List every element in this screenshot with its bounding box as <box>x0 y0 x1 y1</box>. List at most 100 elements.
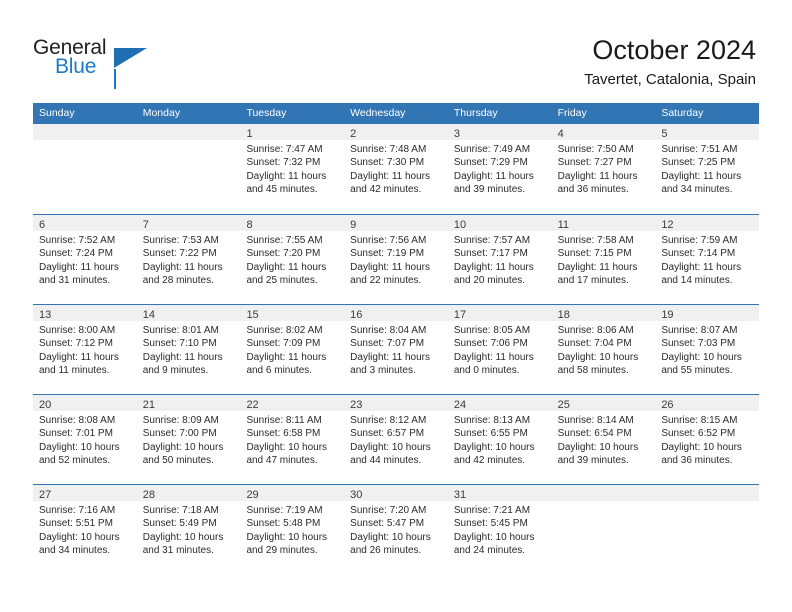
calendar-day-cell[interactable]: 18 Sunrise: 8:06 AM Sunset: 7:04 PM Dayligh… <box>551 305 656 394</box>
sunset-text: Sunset: 7:12 PM <box>39 338 113 350</box>
sunset-text: Sunset: 5:49 PM <box>142 518 217 530</box>
day-number: 13 <box>39 309 52 321</box>
calendar-day-cell[interactable]: 8 Sunrise: 7:55 AM Sunset: 7:20 PM Daylight… <box>240 215 345 304</box>
day-number-band: 23 <box>344 395 448 411</box>
sunrise-text: Sunrise: 7:48 AM <box>350 144 427 155</box>
sunrise-text: Sunrise: 7:57 AM <box>453 235 531 246</box>
calendar-day-cell[interactable]: 14 Sunrise: 8:01 AM Sunset: 7:10 PM Dayligh… <box>136 305 241 394</box>
sunset-text: Sunset: 6:57 PM <box>350 428 425 440</box>
calendar-week-row: 13 Sunrise: 8:00 AM Sunset: 7:12 PM Dayligh… <box>33 304 760 394</box>
calendar-day-cell[interactable]: 20 Sunrise: 8:08 AM Sunset: 7:01 PM Dayligh… <box>33 395 137 484</box>
daylight-text-line1: Daylight: 10 hours <box>246 441 328 453</box>
daylight-text-line2: and 50 minutes. <box>142 455 214 467</box>
calendar-day-cell[interactable]: 13 Sunrise: 8:00 AM Sunset: 7:12 PM Dayligh… <box>33 305 137 394</box>
calendar-week-row: 1 Sunrise: 7:47 AM Sunset: 7:32 PM Daylight… <box>33 124 760 214</box>
day-number-band: 17 <box>447 305 552 321</box>
daylight-text-line1: Daylight: 10 hours <box>246 531 328 543</box>
calendar-day-cell[interactable]: 19 Sunrise: 8:07 AM Sunset: 7:03 PM Dayligh… <box>655 305 760 394</box>
daylight-text-line1: Daylight: 11 hours <box>453 170 534 182</box>
day-number: 10 <box>453 219 467 231</box>
day-number-band: 5 <box>655 124 760 140</box>
day-info: Sunrise: 8:07 AM Sunset: 7:03 PM Daylight:… <box>655 321 759 378</box>
day-number-band: 24 <box>447 395 552 411</box>
day-number-band: 12 <box>655 215 760 231</box>
sunrise-text: Sunrise: 8:12 AM <box>350 415 427 426</box>
calendar-day-cell[interactable]: 3 Sunrise: 7:49 AM Sunset: 7:29 PM Daylight… <box>447 124 552 214</box>
sunset-text: Sunset: 7:25 PM <box>661 157 736 169</box>
day-info: Sunrise: 8:12 AM Sunset: 6:57 PM Daylight:… <box>344 411 448 468</box>
sunrise-text: Sunrise: 7:58 AM <box>557 235 634 246</box>
daylight-text-line1: Daylight: 11 hours <box>39 261 119 273</box>
day-info: Sunrise: 7:19 AM Sunset: 5:48 PM Daylight:… <box>240 501 344 558</box>
calendar-day-cell[interactable]: 31 Sunrise: 7:21 AM Sunset: 5:45 PM Dayligh… <box>447 485 552 574</box>
day-number: 8 <box>246 219 253 231</box>
day-number-band: 7 <box>136 215 241 231</box>
calendar-day-cell[interactable]: 29 Sunrise: 7:19 AM Sunset: 5:48 PM Dayligh… <box>240 485 345 574</box>
day-info: Sunrise: 8:02 AM Sunset: 7:09 PM Daylight:… <box>240 321 344 378</box>
logo-text-blue: Blue <box>55 55 97 78</box>
calendar-day-cell[interactable]: 27 Sunrise: 7:16 AM Sunset: 5:51 PM Dayligh… <box>33 485 137 574</box>
day-number: 22 <box>246 399 259 411</box>
logo-triangle-icon <box>114 48 147 68</box>
daylight-text-line2: and 24 minutes. <box>453 545 526 557</box>
calendar-day-cell[interactable]: 9 Sunrise: 7:56 AM Sunset: 7:19 PM Daylight… <box>344 215 448 304</box>
day-number: 2 <box>350 128 357 140</box>
day-info: Sunrise: 7:57 AM Sunset: 7:17 PM Daylight:… <box>448 231 552 288</box>
calendar-day-cell[interactable]: 10 Sunrise: 7:57 AM Sunset: 7:17 PM Dayligh… <box>447 215 552 304</box>
daylight-text-line1: Daylight: 11 hours <box>142 351 223 363</box>
calendar-day-cell[interactable]: 22 Sunrise: 8:11 AM Sunset: 6:58 PM Dayligh… <box>240 395 345 484</box>
daylight-text-line2: and 36 minutes. <box>557 184 629 196</box>
day-number: 30 <box>350 489 363 501</box>
calendar-day-cell-empty <box>136 124 241 214</box>
day-number-band: 27 <box>33 485 137 501</box>
calendar-day-cell[interactable]: 12 Sunrise: 7:59 AM Sunset: 7:14 PM Dayligh… <box>655 215 760 304</box>
daylight-text-line1: Daylight: 11 hours <box>246 170 327 182</box>
calendar-day-cell[interactable]: 11 Sunrise: 7:58 AM Sunset: 7:15 PM Dayligh… <box>551 215 656 304</box>
day-number: 3 <box>453 128 460 140</box>
general-blue-logo[interactable]: General Blue <box>33 36 153 89</box>
calendar-day-cell[interactable]: 15 Sunrise: 8:02 AM Sunset: 7:09 PM Dayligh… <box>240 305 345 394</box>
daylight-text-line2: and 11 minutes. <box>39 365 110 377</box>
calendar-day-cell[interactable]: 1 Sunrise: 7:47 AM Sunset: 7:32 PM Daylight… <box>240 124 345 214</box>
sunset-text: Sunset: 7:32 PM <box>246 157 321 169</box>
calendar-day-cell[interactable]: 21 Sunrise: 8:09 AM Sunset: 7:00 PM Dayligh… <box>136 395 241 484</box>
day-info: Sunrise: 8:00 AM Sunset: 7:12 PM Daylight:… <box>33 321 137 378</box>
calendar-day-cell[interactable]: 26 Sunrise: 8:15 AM Sunset: 6:52 PM Dayligh… <box>655 395 760 484</box>
calendar-day-cell[interactable]: 24 Sunrise: 8:13 AM Sunset: 6:55 PM Dayligh… <box>447 395 552 484</box>
day-number: 4 <box>557 128 564 140</box>
daylight-text-line1: Daylight: 10 hours <box>557 351 639 363</box>
day-info: Sunrise: 7:18 AM Sunset: 5:49 PM Daylight:… <box>137 501 241 558</box>
day-number-band: 2 <box>344 124 448 140</box>
calendar-day-cell[interactable]: 7 Sunrise: 7:53 AM Sunset: 7:22 PM Daylight… <box>136 215 241 304</box>
day-number: 20 <box>39 399 52 411</box>
calendar-day-cell[interactable]: 6 Sunrise: 7:52 AM Sunset: 7:24 PM Daylight… <box>33 215 137 304</box>
calendar-day-cell[interactable]: 25 Sunrise: 8:14 AM Sunset: 6:54 PM Dayligh… <box>551 395 656 484</box>
calendar-day-cell[interactable]: 28 Sunrise: 7:18 AM Sunset: 5:49 PM Dayligh… <box>136 485 241 574</box>
calendar-day-cell[interactable]: 17 Sunrise: 8:05 AM Sunset: 7:06 PM Dayligh… <box>447 305 552 394</box>
day-info: Sunrise: 7:52 AM Sunset: 7:24 PM Daylight:… <box>33 231 137 288</box>
calendar-day-cell[interactable]: 30 Sunrise: 7:20 AM Sunset: 5:47 PM Dayligh… <box>344 485 448 574</box>
calendar-day-cell[interactable]: 2 Sunrise: 7:48 AM Sunset: 7:30 PM Daylight… <box>344 124 448 214</box>
daylight-text-line1: Daylight: 10 hours <box>453 441 535 453</box>
daylight-text-line1: Daylight: 10 hours <box>350 441 431 453</box>
sunrise-text: Sunrise: 7:20 AM <box>350 505 427 516</box>
daylight-text-line1: Daylight: 11 hours <box>453 261 534 273</box>
weekday-header-saturday: Saturday <box>661 107 704 119</box>
sunset-text: Sunset: 6:54 PM <box>557 428 632 440</box>
day-number-band: 28 <box>136 485 241 501</box>
calendar-week-row: 6 Sunrise: 7:52 AM Sunset: 7:24 PM Daylight… <box>33 214 760 304</box>
calendar-day-cell[interactable]: 23 Sunrise: 8:12 AM Sunset: 6:57 PM Dayligh… <box>344 395 448 484</box>
weekday-header-tuesday: Tuesday <box>246 107 287 119</box>
sunset-text: Sunset: 5:47 PM <box>350 518 425 530</box>
calendar-day-cell[interactable]: 5 Sunrise: 7:51 AM Sunset: 7:25 PM Daylight… <box>655 124 760 214</box>
day-info: Sunrise: 7:53 AM Sunset: 7:22 PM Daylight:… <box>137 231 241 288</box>
day-info: Sunrise: 7:48 AM Sunset: 7:30 PM Daylight:… <box>344 140 448 197</box>
sunset-text: Sunset: 6:55 PM <box>453 428 528 440</box>
calendar-day-cell[interactable]: 16 Sunrise: 8:04 AM Sunset: 7:07 PM Dayligh… <box>344 305 448 394</box>
daylight-text-line1: Daylight: 10 hours <box>39 531 120 543</box>
sunrise-text: Sunrise: 8:01 AM <box>142 325 219 336</box>
day-info: Sunrise: 7:51 AM Sunset: 7:25 PM Daylight:… <box>655 140 759 197</box>
daylight-text-line1: Daylight: 10 hours <box>453 531 535 543</box>
calendar-day-cell[interactable]: 4 Sunrise: 7:50 AM Sunset: 7:27 PM Daylight… <box>551 124 656 214</box>
calendar-day-cell-empty <box>655 485 760 574</box>
